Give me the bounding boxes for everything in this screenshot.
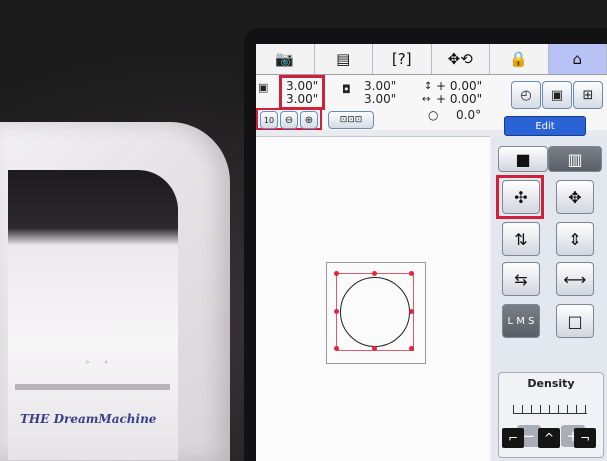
- density-label: Density: [527, 377, 575, 390]
- stretch-horizontal-button[interactable]: ⟷: [556, 262, 594, 296]
- tab-help[interactable]: [?]: [373, 44, 432, 74]
- photo-scene: ◦◦ THE DreamMachine 📷 ▤ [?] ✥⟲ 🔒 ⌂ ▣ 3.0…: [0, 0, 607, 461]
- circle-pattern[interactable]: [340, 277, 410, 347]
- normal-mode-button[interactable]: ■: [498, 146, 548, 172]
- home-icon: ⌂: [572, 50, 583, 68]
- tool-panel: ■ ▥ ✣ ✥ ⇅ ⇕ ⇆ ⟷ L M S □ Density − +: [492, 136, 607, 461]
- move-rotate-icon: ✥⟲: [447, 50, 473, 68]
- touch-screen: 📷 ▤ [?] ✥⟲ 🔒 ⌂ ▣ 3.00" 3.00" ◘ 3.00" 3.0…: [256, 44, 607, 461]
- stretch-horizontal-icon: ⟷: [563, 269, 587, 289]
- resize-handle-left[interactable]: [334, 309, 339, 314]
- grid-view-button[interactable]: ⊡⊡⊡: [328, 111, 374, 129]
- resize-handle-bottom-left[interactable]: [334, 346, 339, 351]
- zoom-out-icon[interactable]: ⊖: [280, 111, 298, 129]
- resize-handle-top-left[interactable]: [334, 271, 339, 276]
- flip-vertical-icon: ⇅: [514, 229, 528, 249]
- nav-left-button[interactable]: ⌐: [502, 428, 524, 448]
- tab-memory[interactable]: ▤: [315, 44, 373, 74]
- embroidery-frame-icon[interactable]: ⊞: [573, 81, 603, 109]
- horizontal-offset-value: + 0.00": [436, 92, 483, 106]
- zoom-100-button[interactable]: 10: [260, 111, 278, 129]
- horizontal-offset-icon: ↔: [422, 94, 431, 105]
- preview-icon[interactable]: ◴: [511, 81, 541, 109]
- lms-size-button[interactable]: L M S: [502, 304, 540, 338]
- help-icon: [?]: [391, 50, 412, 68]
- edit-button[interactable]: Edit: [504, 116, 586, 136]
- tab-lock[interactable]: 🔒: [490, 44, 549, 74]
- stretch-vertical-button[interactable]: ⇕: [556, 222, 594, 256]
- angle-value: 0.0°: [456, 108, 482, 122]
- nav-right-button[interactable]: ¬: [574, 428, 596, 448]
- sewing-machine-body: ◦◦ THE DreamMachine: [0, 122, 230, 461]
- resize-handle-top-right[interactable]: [409, 271, 414, 276]
- nav-up-button[interactable]: ^: [538, 428, 560, 448]
- stitch-mode-button[interactable]: ▥: [548, 146, 602, 172]
- machine-marks: ◦◦: [85, 358, 123, 367]
- pattern-size-icon: ◘: [342, 83, 351, 96]
- vertical-offset-icon: ↕: [424, 81, 433, 92]
- zoom-in-icon[interactable]: ⊕: [300, 111, 318, 129]
- resize-handle-bottom[interactable]: [372, 346, 377, 351]
- flip-horizontal-button[interactable]: ⇆: [502, 262, 540, 296]
- tab-move-rotate[interactable]: ✥⟲: [432, 44, 490, 74]
- size-highlight: [279, 75, 325, 110]
- center-button[interactable]: ✥: [556, 180, 594, 214]
- camera-icon: 📷: [275, 50, 295, 68]
- pattern-height-value: 3.00": [364, 92, 397, 106]
- outline-button[interactable]: □: [556, 304, 594, 338]
- camera-scan-icon[interactable]: ▣: [542, 81, 572, 109]
- design-canvas[interactable]: [256, 136, 490, 461]
- tab-home[interactable]: ⌂: [548, 44, 607, 74]
- tab-camera[interactable]: 📷: [256, 44, 315, 74]
- rotation-icon: ○: [428, 108, 439, 122]
- machine-brand: THE DreamMachine: [20, 412, 157, 426]
- tab-bar: 📷 ▤ [?] ✥⟲ 🔒 ⌂: [256, 44, 607, 75]
- lock-icon: 🔒: [509, 50, 529, 68]
- flip-horizontal-icon: ⇆: [514, 269, 528, 289]
- move-button-highlight: [496, 175, 544, 219]
- resize-handle-bottom-right[interactable]: [409, 346, 414, 351]
- size-icon: ▣: [258, 81, 269, 94]
- square-icon: ■: [515, 149, 531, 169]
- resize-handle-right[interactable]: [409, 309, 414, 314]
- flip-vertical-button[interactable]: ⇅: [502, 222, 540, 256]
- document-icon: ▤: [336, 50, 351, 68]
- stitch-icon: ▥: [567, 149, 583, 169]
- machine-rail: [15, 384, 170, 390]
- density-scale: [513, 405, 587, 414]
- outline-square-icon: □: [567, 311, 583, 331]
- stretch-vertical-icon: ⇕: [568, 229, 582, 249]
- center-arrows-icon: ✥: [568, 187, 582, 207]
- resize-handle-top[interactable]: [372, 271, 377, 276]
